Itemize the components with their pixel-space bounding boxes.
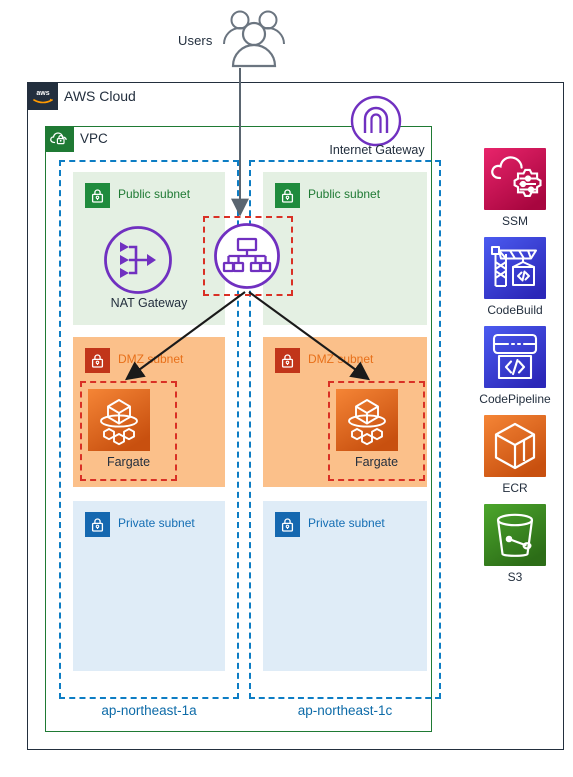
users-connection-line: [239, 68, 241, 213]
fargate-icon: [336, 389, 398, 451]
service-item-codebuild[interactable]: CodeBuild: [472, 237, 558, 317]
public-subnet-label: Public subnet: [118, 187, 191, 201]
codebuild-icon: [484, 237, 546, 299]
vpc-cloud-lock-icon: [45, 126, 74, 152]
service-label: SSM: [501, 214, 528, 228]
service-label: S3: [507, 570, 523, 584]
fargate-label: Fargate: [106, 455, 151, 469]
s3-icon: [484, 504, 546, 566]
internet-gateway-icon: [350, 95, 402, 147]
nat-gateway-label: NAT Gateway: [110, 296, 188, 310]
users-label: Users: [178, 33, 213, 48]
private-subnet-label: Private subnet: [308, 516, 385, 530]
service-icon-rail: SSM CodeBuild CodePipeline ECR S3: [472, 148, 558, 593]
fargate-label: Fargate: [354, 455, 399, 469]
elastic-load-balancer-icon: [213, 222, 281, 290]
service-label: ECR: [502, 481, 528, 495]
ecr-icon: [484, 415, 546, 477]
availability-zone-a-label: ap-northeast-1a: [101, 703, 197, 718]
fargate-icon: [88, 389, 150, 451]
service-label: CodeBuild: [487, 303, 543, 317]
nat-gateway-icon: [103, 225, 173, 295]
lock-icon: [85, 183, 110, 208]
private-subnet-az-a: Private subnet: [73, 501, 225, 671]
service-item-s3[interactable]: S3: [472, 504, 558, 584]
internet-gateway-label: Internet Gateway: [329, 143, 425, 157]
svg-text:aws: aws: [36, 90, 49, 97]
service-item-codepipeline[interactable]: CodePipeline: [472, 326, 558, 406]
lock-icon: [275, 348, 300, 373]
private-subnet-az-c: Private subnet: [263, 501, 427, 671]
aws-logo-icon: aws: [27, 82, 58, 110]
lock-icon: [85, 512, 110, 537]
dmz-subnet-label: DMZ subnet: [308, 352, 374, 366]
vpc-label: VPC: [80, 131, 108, 146]
ssm-icon: [484, 148, 546, 210]
service-label: CodePipeline: [479, 392, 551, 406]
lock-icon: [85, 348, 110, 373]
private-subnet-label: Private subnet: [118, 516, 195, 530]
availability-zone-c-label: ap-northeast-1c: [297, 703, 393, 718]
users-icon: [218, 8, 290, 70]
dmz-subnet-label: DMZ subnet: [118, 352, 184, 366]
service-item-ecr[interactable]: ECR: [472, 415, 558, 495]
public-subnet-label: Public subnet: [308, 187, 381, 201]
lock-icon: [275, 183, 300, 208]
service-item-ssm[interactable]: SSM: [472, 148, 558, 228]
aws-cloud-label: AWS Cloud: [64, 88, 136, 104]
lock-icon: [275, 512, 300, 537]
codepipeline-icon: [484, 326, 546, 388]
